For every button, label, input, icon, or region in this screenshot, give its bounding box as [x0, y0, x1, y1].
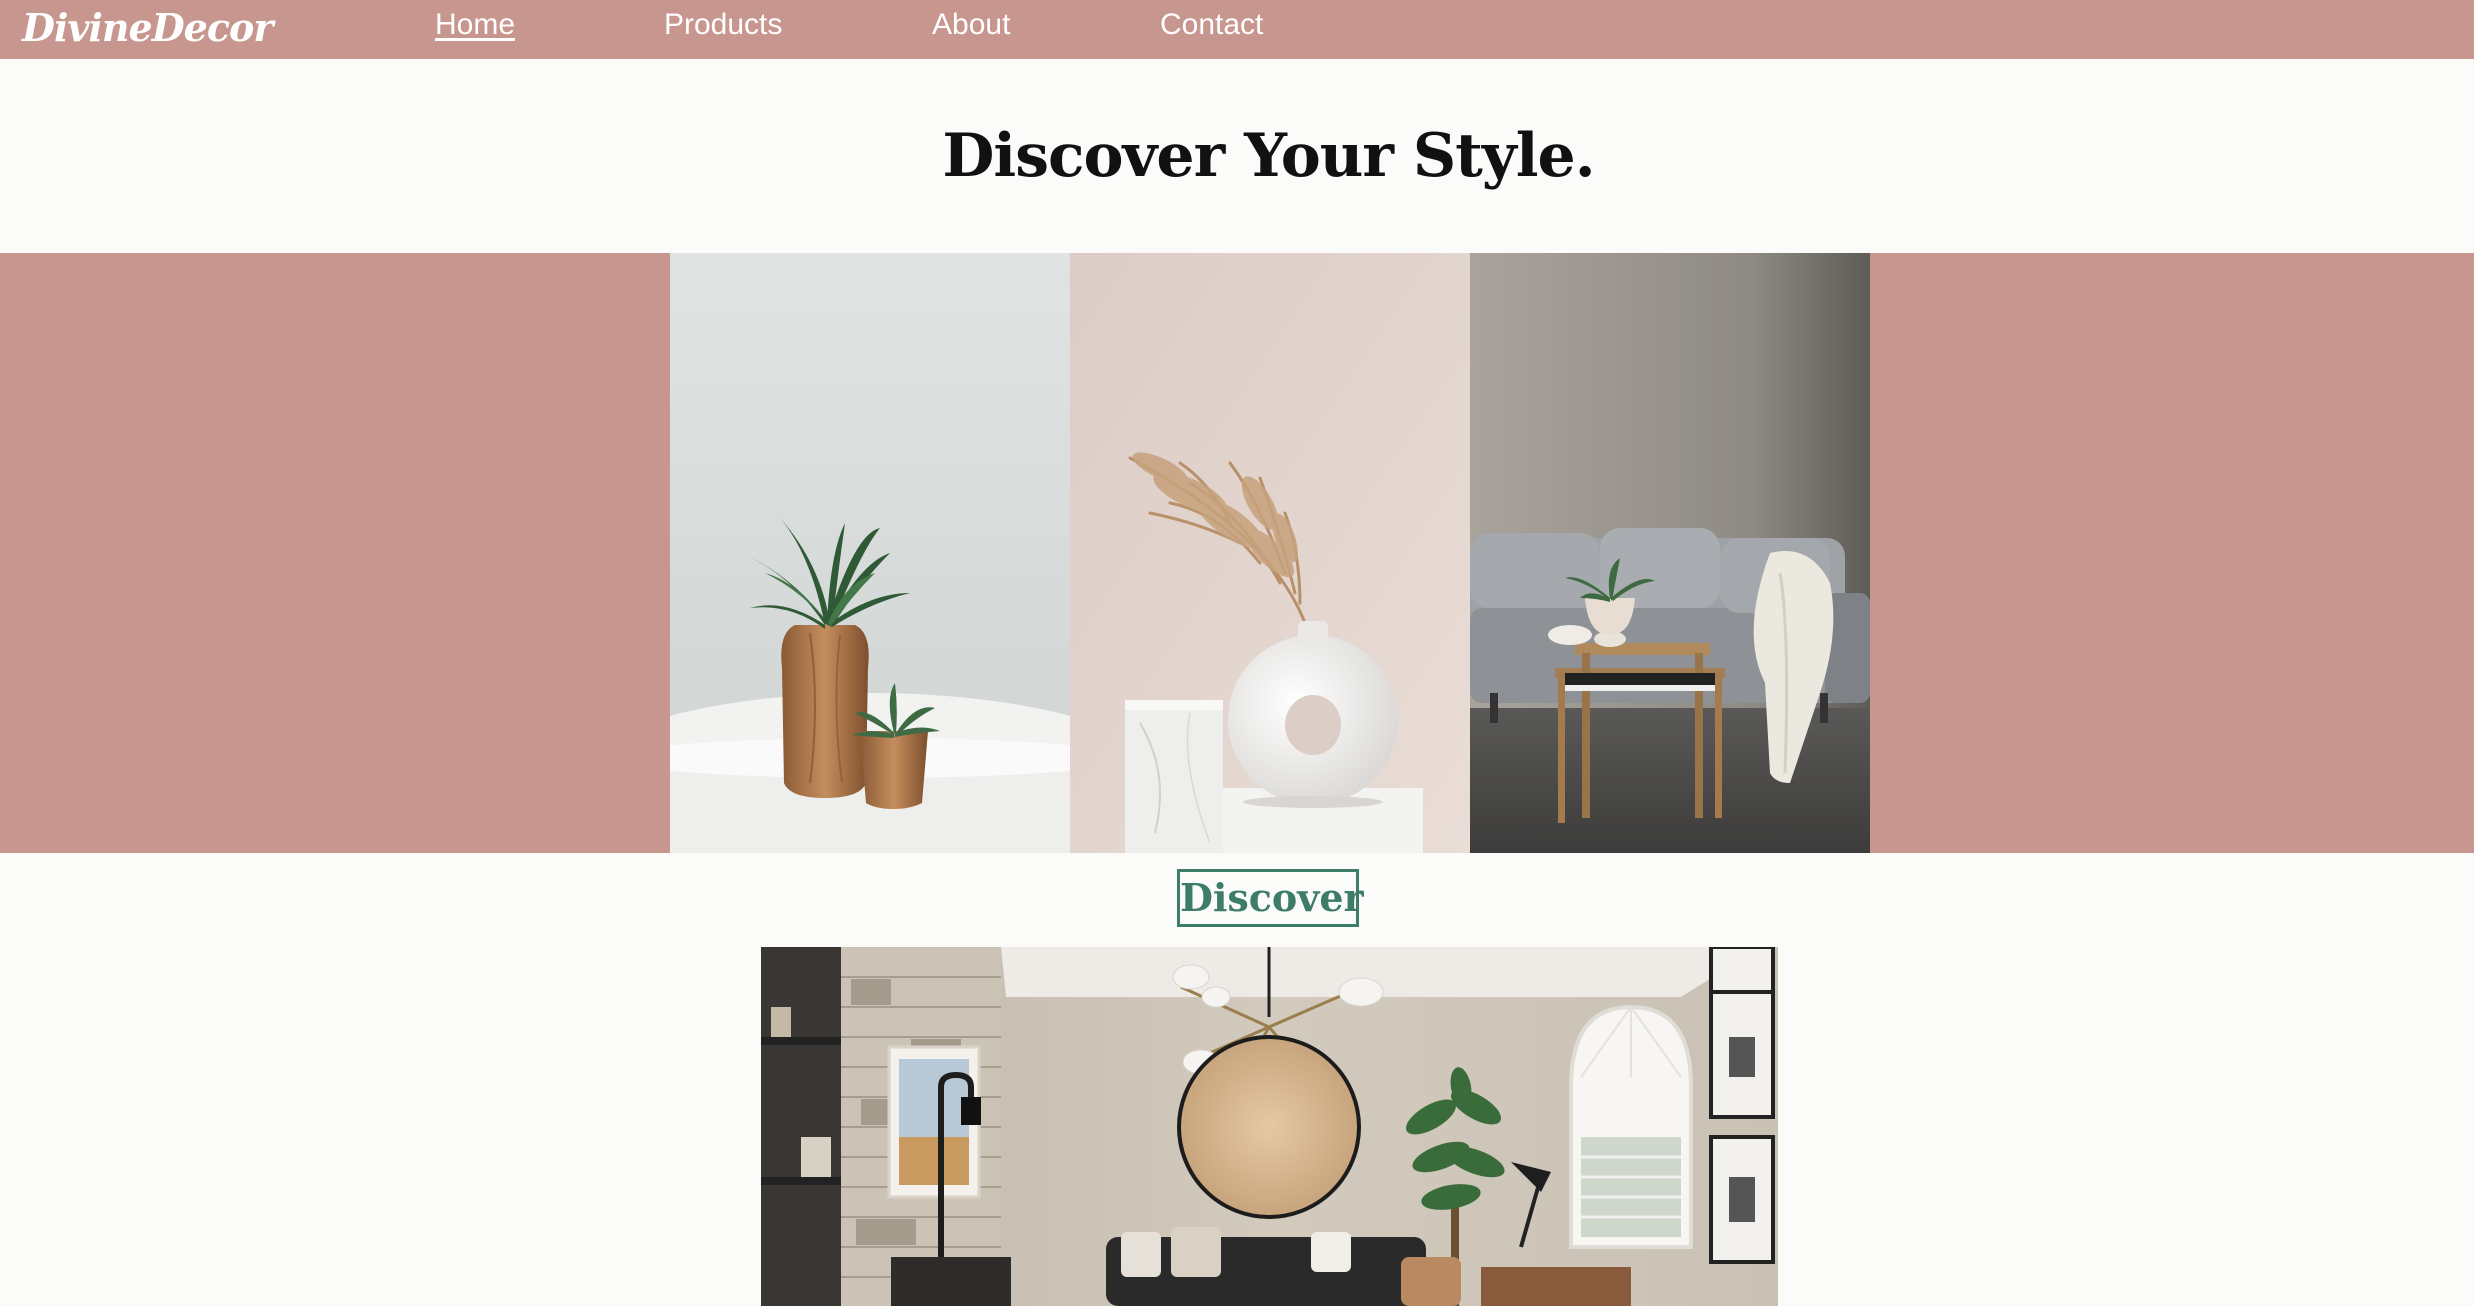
- nav-link-home[interactable]: Home: [435, 8, 515, 42]
- living-room-interior-image: [761, 947, 1778, 1306]
- logo[interactable]: DivineDecor: [22, 4, 273, 52]
- discover-button[interactable]: Discover: [1177, 869, 1364, 927]
- navbar: DivineDecor Home Products About Contact: [0, 0, 2474, 59]
- nav-link-about[interactable]: About: [932, 8, 1010, 42]
- donut-vase-with-pampas-image: [1070, 253, 1470, 853]
- nav-link-products[interactable]: Products: [664, 8, 782, 42]
- nav-link-contact[interactable]: Contact: [1160, 8, 1263, 42]
- grey-sofa-with-side-table-image: [1470, 253, 1870, 853]
- gallery-band: [0, 253, 2474, 853]
- plants-in-wooden-vases-image: [670, 253, 1070, 853]
- page-title: Discover Your Style.: [942, 121, 1595, 191]
